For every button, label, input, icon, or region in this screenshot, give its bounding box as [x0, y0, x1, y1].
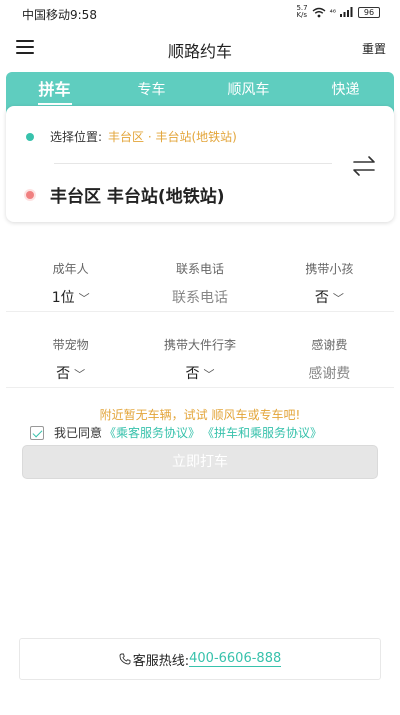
hotline-number-link[interactable]: 400-6606-888: [189, 651, 282, 667]
end-location[interactable]: 丰台区 丰台站(地铁站): [26, 182, 224, 207]
signal-icon: [340, 7, 353, 17]
adults-value: 1位: [51, 290, 75, 306]
passenger-agreement-link[interactable]: 《乘客服务协议》: [104, 424, 200, 441]
tip-label: 感谢费: [311, 338, 348, 352]
luggage-field[interactable]: 携带大件行李 否 ﹀: [135, 326, 264, 387]
phone-input[interactable]: 联系电话: [135, 287, 264, 307]
adults-field[interactable]: 成年人 1位 ﹀: [6, 250, 135, 311]
wifi-icon: [312, 7, 326, 17]
divider: [54, 163, 332, 164]
phone-icon: [119, 653, 131, 665]
form-row-passengers: 成年人 1位 ﹀ 联系电话 联系电话 携带小孩 否 ﹀: [6, 250, 394, 312]
form-row-extras: 带宠物 否 ﹀ 携带大件行李 否 ﹀ 感谢费 感谢费: [6, 326, 394, 388]
end-dot-icon: [26, 190, 34, 199]
children-value: 否: [314, 290, 329, 306]
status-icons: 5.7 K/s ⁴⁶ 96: [296, 5, 380, 19]
children-label: 携带小孩: [305, 262, 354, 276]
pet-label: 带宠物: [52, 338, 89, 352]
location-card: 选择位置: 丰台区 · 丰台站(地铁站) 丰台区 丰台站(地铁站): [6, 106, 394, 222]
reset-button[interactable]: 重置: [362, 40, 386, 57]
hotline-label: 客服热线:: [132, 653, 190, 669]
page-title: 顺路约车: [167, 42, 232, 61]
end-value: 丰台区 丰台站(地铁站): [50, 187, 225, 207]
phone-field[interactable]: 联系电话 联系电话: [135, 250, 264, 311]
start-location[interactable]: 选择位置: 丰台区 · 丰台站(地铁站): [26, 128, 237, 145]
network-type: ⁴⁶: [329, 7, 336, 17]
phone-label: 联系电话: [175, 262, 224, 276]
tip-field[interactable]: 感谢费 感谢费: [265, 326, 394, 387]
battery-icon: 96: [358, 6, 380, 18]
net-speed: 5.7 K/s: [296, 4, 308, 19]
start-dot-icon: [26, 132, 34, 141]
chevron-down-icon: ﹀: [203, 368, 215, 381]
tip-input[interactable]: 感谢费: [265, 363, 394, 383]
agree-checkbox[interactable]: [30, 425, 44, 440]
pet-value: 否: [56, 366, 71, 382]
luggage-value: 否: [185, 366, 200, 382]
no-vehicle-notice: 附近暂无车辆，试试 顺风车或专车吧!: [99, 408, 301, 422]
status-bar: 中国移动9:58 5.7 K/s ⁴⁶ 96: [0, 0, 400, 28]
hotline-box: 客服热线: 400-6606-888: [19, 638, 381, 680]
chevron-down-icon: ﹀: [332, 292, 344, 305]
chevron-down-icon: ﹀: [74, 368, 86, 381]
agree-prefix: 我已同意: [54, 426, 103, 440]
hail-now-button[interactable]: 立即打车: [22, 445, 378, 479]
pet-field[interactable]: 带宠物 否 ﹀: [6, 326, 135, 387]
agreement-row: 我已同意 《乘客服务协议》 《拼车和乘服务协议》: [30, 424, 322, 441]
swap-icon[interactable]: [350, 154, 378, 178]
start-label: 选择位置:: [50, 130, 103, 144]
children-field[interactable]: 携带小孩 否 ﹀: [265, 250, 394, 311]
adults-label: 成年人: [52, 262, 89, 276]
start-value: 丰台区 · 丰台站(地铁站): [108, 130, 237, 144]
carrier-time: 中国移动9:58: [22, 8, 97, 22]
chevron-down-icon: ﹀: [78, 292, 90, 305]
nav-bar: 顺路约车 重置: [0, 28, 400, 68]
carpool-agreement-link[interactable]: 《拼车和乘服务协议》: [202, 424, 322, 441]
luggage-label: 携带大件行李: [163, 338, 236, 352]
